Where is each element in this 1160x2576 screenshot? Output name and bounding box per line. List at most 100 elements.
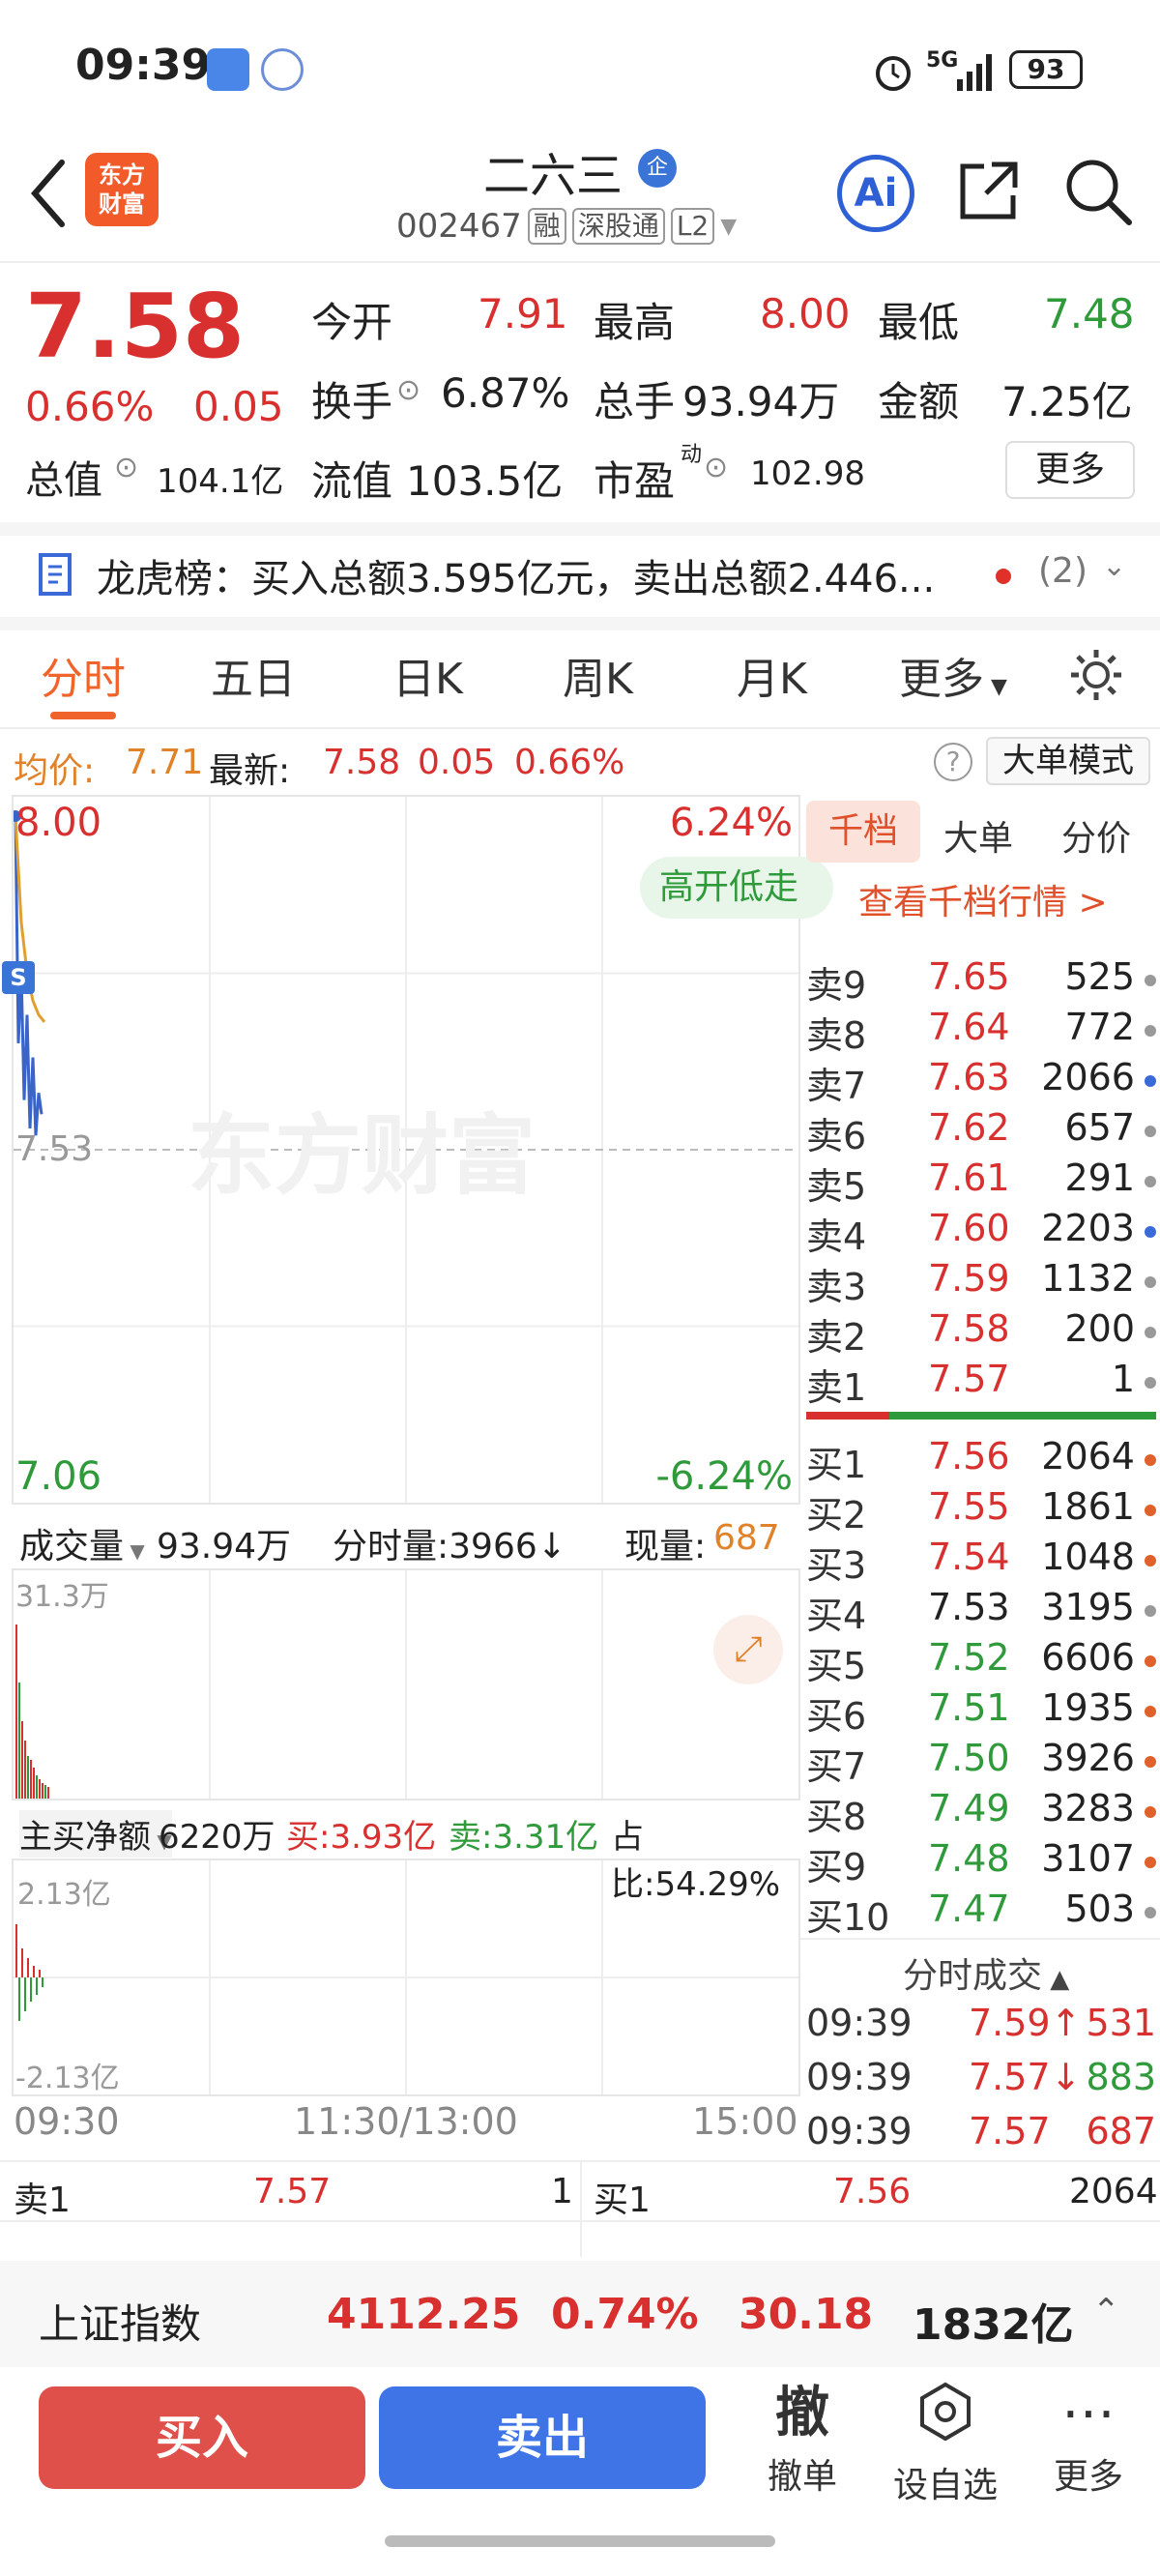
- cancel-order-button[interactable]: 撤 撤单: [744, 2379, 860, 2499]
- mktcap-label: 总值: [25, 458, 102, 503]
- volume-bar: [24, 1741, 26, 1799]
- index-ticker-bar[interactable]: 上证指数 4112.25 0.74% 30.18 1832亿 ⌃: [0, 2261, 1160, 2367]
- ob-buy-row[interactable]: 买7 7.50 3926: [806, 1737, 1156, 1788]
- battery-icon: 93: [1009, 50, 1083, 89]
- app-notification-icon: [207, 48, 249, 91]
- volume-bar: [33, 1768, 35, 1799]
- ob-buy-row[interactable]: 买9 7.48 3107: [806, 1837, 1156, 1888]
- ob-tab-large[interactable]: 大单: [943, 810, 1013, 861]
- ob-buy-row[interactable]: 买1 7.56 2064: [806, 1435, 1156, 1486]
- tab-month-k[interactable]: 月K: [737, 644, 807, 706]
- ob-sell-row[interactable]: 卖8 7.64 772: [806, 1006, 1156, 1057]
- buy-button[interactable]: 买入: [39, 2386, 365, 2489]
- more-actions-button[interactable]: ⋯ 更多: [1030, 2379, 1146, 2499]
- ai-icon[interactable]: Ai: [837, 155, 914, 232]
- ob-sell-row[interactable]: 卖1 7.57 1: [806, 1358, 1156, 1409]
- ob-level-label: 卖1: [806, 1366, 867, 1409]
- intraday-chart[interactable]: 东方财富 8.00 6.24% 高开低走 S 7.53 7.06 -6.24%: [2, 795, 833, 1505]
- home-indicator: [385, 2535, 775, 2547]
- ob-sell-row[interactable]: 卖4 7.60 2203: [806, 1207, 1156, 1258]
- tab-more[interactable]: 更多 ▼: [899, 644, 1007, 706]
- chart-bottom-pct: -6.24%: [655, 1454, 793, 1499]
- volume-now-label: 现量:: [624, 1527, 707, 1566]
- stock-code-row[interactable]: 002467 融 深股通 L2 ▼: [396, 207, 737, 246]
- ob-buy-row[interactable]: 买6 7.51 1935: [806, 1686, 1156, 1738]
- chart-top-pct: 6.24%: [669, 801, 793, 845]
- cancel-icon: 撤: [775, 2382, 829, 2444]
- lhb-banner[interactable]: 龙虎榜：买入总额3.595亿元，卖出总额2.446... (2) ⌄: [0, 532, 1160, 609]
- ob-buy-row[interactable]: 买8 7.49 3283: [806, 1787, 1156, 1838]
- flow-bar: [18, 1977, 20, 2021]
- tab-active-indicator: [50, 712, 116, 719]
- ob-volume: 3107: [1041, 1837, 1135, 1880]
- ob-ratio-sell-bar: [806, 1412, 889, 1420]
- bq-sell-label: 卖1: [14, 2181, 71, 2220]
- mktcap-value: 104.1亿: [157, 462, 284, 501]
- settings-gear-icon[interactable]: [1067, 646, 1125, 704]
- ob-level-label: 买6: [806, 1695, 867, 1738]
- ob-buy-row[interactable]: 买4 7.53 3195: [806, 1586, 1156, 1637]
- time-start: 09:30: [14, 2100, 120, 2143]
- ob-tab-qiandang[interactable]: 千档: [806, 801, 920, 863]
- big-order-mode-button[interactable]: 大单模式: [986, 737, 1150, 785]
- tab-day-k[interactable]: 日K: [392, 644, 463, 706]
- sell-marker[interactable]: S: [2, 961, 35, 994]
- view-depth-link[interactable]: 查看千档行情 >: [858, 874, 1108, 924]
- index-amount: 1832亿: [913, 2300, 1074, 2350]
- flow-chart-svg: [14, 1860, 798, 2094]
- ob-sell-row[interactable]: 卖6 7.62 657: [806, 1106, 1156, 1157]
- ob-price: 7.60: [928, 1207, 1010, 1249]
- volume-bar: [39, 1779, 41, 1799]
- ob-sell-row[interactable]: 卖2 7.58 200: [806, 1307, 1156, 1359]
- ticks-title[interactable]: 分时成交 ▲: [903, 1947, 1069, 1998]
- flow-bar: [36, 1977, 38, 1995]
- index-pct: 0.74%: [551, 2290, 699, 2339]
- ob-volume: 3926: [1041, 1737, 1135, 1779]
- search-icon[interactable]: [1061, 155, 1135, 228]
- ob-sell-row[interactable]: 卖9 7.65 525: [806, 955, 1156, 1007]
- add-watchlist-button[interactable]: 设自选: [887, 2379, 1003, 2507]
- help-icon[interactable]: ?: [934, 743, 972, 781]
- ob-volume: 1132: [1041, 1257, 1135, 1300]
- volume-selector[interactable]: 成交量 ▼: [19, 1518, 145, 1568]
- document-icon: [39, 553, 72, 596]
- ob-sell-row[interactable]: 卖5 7.61 291: [806, 1156, 1156, 1208]
- chart-bottom-price: 7.06: [15, 1454, 102, 1499]
- quote-more-button[interactable]: 更多: [1005, 441, 1135, 499]
- ob-buy-row[interactable]: 买3 7.54 1048: [806, 1536, 1156, 1587]
- volume-max: 31.3万: [15, 1580, 109, 1614]
- tab-five-day[interactable]: 五日: [211, 644, 296, 706]
- pe-info-icon[interactable]: ⊙: [704, 451, 728, 484]
- level1-quote-row: 卖1 7.57 1 买1 7.56 2064: [0, 2160, 1160, 2257]
- turnover-info-icon[interactable]: ⊙: [396, 373, 420, 407]
- ob-tab-price[interactable]: 分价: [1061, 810, 1131, 861]
- ob-buy-row[interactable]: 买10 7.47 503: [806, 1888, 1156, 1939]
- pe-label: 市盈: [594, 457, 676, 505]
- back-icon[interactable]: [25, 155, 73, 232]
- flow-bar: [24, 1977, 26, 2011]
- share-icon[interactable]: [955, 157, 1023, 224]
- info-icon[interactable]: ⊙: [114, 451, 138, 484]
- volume-now-value: 687: [713, 1518, 780, 1558]
- flow-chart[interactable]: 2.13亿 -2.13亿: [12, 1859, 800, 2096]
- bq-buy-label: 买1: [594, 2181, 651, 2220]
- ob-sell-row[interactable]: 卖3 7.59 1132: [806, 1257, 1156, 1308]
- avg-label: 均价:: [14, 751, 96, 791]
- flow-selector[interactable]: 主买净额 ▼: [19, 1810, 172, 1858]
- tab-week-k[interactable]: 周K: [563, 644, 633, 706]
- ob-sell-row[interactable]: 卖7 7.63 2066: [806, 1056, 1156, 1107]
- expand-icon[interactable]: ⤢: [713, 1615, 783, 1684]
- tab-intraday[interactable]: 分时: [41, 644, 126, 706]
- ob-buy-row[interactable]: 买5 7.52 6606: [806, 1636, 1156, 1687]
- volume-chart[interactable]: 31.3万 ⤢: [12, 1568, 800, 1800]
- ob-buy-row[interactable]: 买2 7.55 1861: [806, 1485, 1156, 1537]
- stock-code: 002467: [396, 207, 522, 246]
- ob-level-label: 卖7: [806, 1065, 867, 1107]
- sell-button[interactable]: 卖出: [379, 2386, 706, 2489]
- ob-price: 7.54: [928, 1536, 1010, 1578]
- volume-bar: [15, 1625, 17, 1799]
- ob-price: 7.53: [928, 1586, 1010, 1628]
- ob-level-label: 卖4: [806, 1215, 867, 1258]
- avg-value: 7.71: [126, 743, 204, 782]
- volume-bar: [27, 1756, 29, 1799]
